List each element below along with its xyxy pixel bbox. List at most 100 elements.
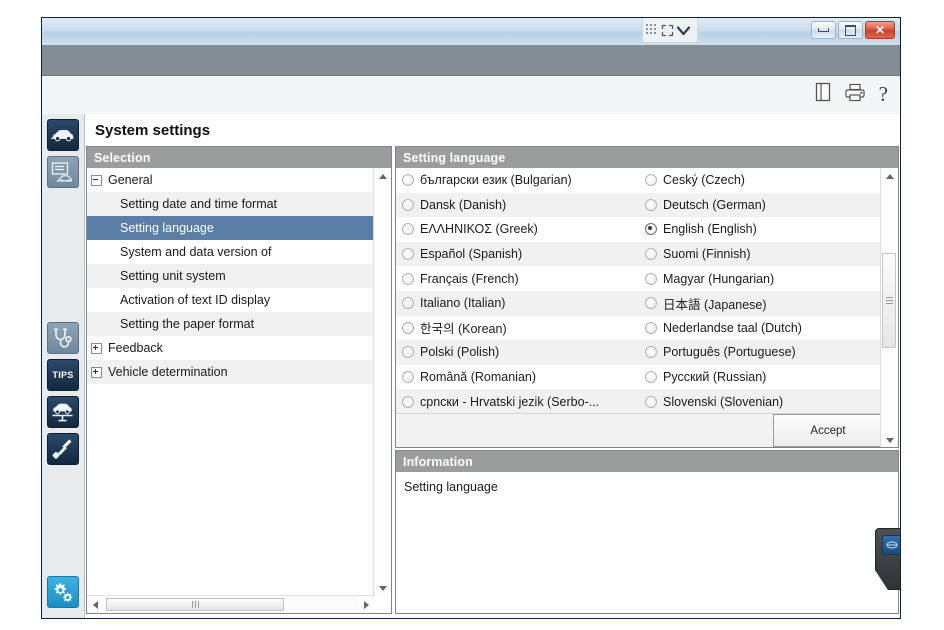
language-option-french[interactable]: Français (French) bbox=[396, 266, 639, 291]
expand-icon[interactable] bbox=[661, 24, 674, 37]
tips-icon[interactable]: TIPS bbox=[47, 359, 79, 391]
language-label: 한국의 (Korean) bbox=[420, 322, 507, 337]
scroll-up-button[interactable] bbox=[374, 168, 391, 185]
radio-icon[interactable] bbox=[402, 223, 414, 236]
documents-vehicle-icon[interactable] bbox=[47, 156, 79, 188]
language-option-japanese[interactable]: 日本語 (Japanese) bbox=[639, 290, 882, 316]
scroll-right-button[interactable] bbox=[358, 596, 375, 613]
vehicle-icon[interactable] bbox=[47, 119, 79, 151]
language-label: Dansk (Danish) bbox=[420, 197, 507, 212]
radio-icon[interactable] bbox=[402, 321, 414, 334]
language-column-right: Ceský (Czech) Deutsch (German) English (… bbox=[639, 168, 882, 415]
language-option-finnish[interactable]: Suomi (Finnish) bbox=[639, 241, 882, 267]
radio-icon[interactable] bbox=[645, 198, 657, 211]
radio-icon[interactable] bbox=[645, 321, 657, 334]
language-option-spanish[interactable]: Español (Spanish) bbox=[396, 241, 639, 267]
setting-language-panel: Setting language български език (Bulgari… bbox=[395, 146, 899, 448]
close-button[interactable]: ✕ bbox=[865, 21, 895, 39]
page-title: System settings bbox=[95, 121, 211, 139]
radio-icon[interactable] bbox=[645, 346, 657, 359]
radio-icon[interactable] bbox=[645, 297, 657, 310]
collapse-minus-icon[interactable] bbox=[91, 174, 102, 186]
radio-icon[interactable] bbox=[645, 174, 657, 187]
scroll-left-button[interactable] bbox=[87, 596, 104, 613]
language-label: Français (French) bbox=[420, 271, 519, 286]
help-icon[interactable]: ? bbox=[879, 84, 888, 105]
floating-toolbar[interactable] bbox=[642, 18, 698, 43]
tree-node-feedback[interactable]: Feedback bbox=[87, 336, 375, 360]
window-controls: ✕ bbox=[811, 21, 895, 39]
tree-node-setting-unit-system[interactable]: Setting unit system bbox=[87, 264, 375, 288]
language-option-slovenian[interactable]: Slovenski (Slovenian) bbox=[639, 389, 882, 414]
language-option-serbo-croatian[interactable]: срnски - Hrvatski jezik (Serbo-... bbox=[396, 389, 639, 414]
radio-icon[interactable] bbox=[402, 297, 414, 310]
language-label: Nederlandse taal (Dutch) bbox=[663, 320, 802, 335]
horizontal-scroll-track[interactable] bbox=[104, 597, 358, 612]
scroll-up-button[interactable] bbox=[881, 168, 898, 185]
radio-icon[interactable] bbox=[402, 198, 414, 211]
language-option-greek[interactable]: ΕΛΛΗΝΙΚΟΣ (Greek) bbox=[396, 217, 639, 242]
minimize-button[interactable] bbox=[811, 21, 836, 39]
radio-icon[interactable] bbox=[402, 371, 414, 384]
radio-icon[interactable] bbox=[402, 248, 414, 261]
language-option-dutch[interactable]: Nederlandse taal (Dutch) bbox=[639, 316, 882, 341]
settings-gears-icon[interactable] bbox=[47, 576, 79, 608]
selection-vertical-scrollbar[interactable] bbox=[373, 168, 391, 597]
connector-icon bbox=[882, 535, 900, 555]
language-option-italian[interactable]: Italiano (Italian) bbox=[396, 290, 639, 316]
language-option-korean[interactable]: 한국의 (Korean) bbox=[396, 316, 639, 341]
scroll-down-button[interactable] bbox=[374, 580, 391, 597]
radio-icon[interactable] bbox=[402, 174, 414, 187]
measuring-tool-icon[interactable] bbox=[47, 433, 79, 465]
radio-icon[interactable] bbox=[402, 395, 414, 408]
book-icon[interactable] bbox=[815, 82, 831, 107]
language-option-hungarian[interactable]: Magyar (Hungarian) bbox=[639, 266, 882, 291]
language-option-english[interactable]: English (English) bbox=[639, 217, 882, 242]
printer-icon[interactable] bbox=[845, 83, 865, 107]
language-option-polish[interactable]: Polski (Polish) bbox=[396, 340, 639, 365]
tree-node-activation-of-text-id-display[interactable]: Activation of text ID display bbox=[87, 288, 375, 312]
tree-node-label: Vehicle determination bbox=[108, 365, 228, 379]
radio-icon-selected[interactable] bbox=[645, 223, 657, 236]
selection-horizontal-scrollbar[interactable] bbox=[87, 595, 375, 613]
diagnosis-stethoscope-icon[interactable] bbox=[47, 322, 79, 354]
language-label: Русский (Russian) bbox=[663, 370, 767, 385]
selection-tree[interactable]: General Setting date and time format Set… bbox=[87, 168, 375, 597]
language-option-danish[interactable]: Dansk (Danish) bbox=[396, 192, 639, 218]
language-option-portuguese[interactable]: Português (Portuguese) bbox=[639, 340, 882, 365]
language-vertical-scrollbar[interactable] bbox=[880, 168, 898, 447]
grid-icon[interactable] bbox=[646, 23, 659, 37]
expand-plus-icon[interactable] bbox=[91, 366, 102, 378]
tree-node-label: Feedback bbox=[108, 341, 163, 355]
radio-icon[interactable] bbox=[402, 272, 414, 285]
vertical-scroll-thumb[interactable] bbox=[882, 253, 896, 348]
tree-node-setting-date-and-time-format[interactable]: Setting date and time format bbox=[87, 192, 375, 216]
tree-node-vehicle-determination[interactable]: Vehicle determination bbox=[87, 360, 375, 384]
tree-node-label: Activation of text ID display bbox=[120, 293, 271, 307]
radio-icon[interactable] bbox=[402, 346, 414, 359]
chevron-down-icon[interactable] bbox=[676, 24, 691, 37]
language-option-russian[interactable]: Русский (Russian) bbox=[639, 365, 882, 390]
maximize-button[interactable] bbox=[838, 21, 863, 39]
language-option-czech[interactable]: Ceský (Czech) bbox=[639, 168, 882, 193]
scroll-down-button[interactable] bbox=[881, 432, 898, 447]
language-list[interactable]: български език (Bulgarian) Dansk (Danish… bbox=[396, 168, 883, 415]
vehicle-lift-icon[interactable] bbox=[47, 396, 79, 428]
language-option-romanian[interactable]: Română (Romanian) bbox=[396, 365, 639, 390]
grip-icon bbox=[191, 601, 199, 608]
expand-plus-icon[interactable] bbox=[91, 342, 102, 354]
radio-icon[interactable] bbox=[645, 248, 657, 261]
horizontal-scroll-thumb[interactable] bbox=[106, 598, 284, 611]
language-label: Magyar (Hungarian) bbox=[663, 271, 775, 286]
language-option-german[interactable]: Deutsch (German) bbox=[639, 192, 882, 218]
language-option-bulgarian[interactable]: български език (Bulgarian) bbox=[396, 168, 639, 193]
radio-icon[interactable] bbox=[645, 272, 657, 285]
radio-icon[interactable] bbox=[645, 371, 657, 384]
tree-node-setting-the-paper-format[interactable]: Setting the paper format bbox=[87, 312, 375, 336]
accept-button[interactable]: Accept bbox=[773, 414, 883, 447]
language-label: Português (Portuguese) bbox=[663, 345, 796, 360]
tree-node-system-and-data-version-of[interactable]: System and data version of bbox=[87, 240, 375, 264]
tree-node-setting-language[interactable]: Setting language bbox=[87, 216, 375, 240]
tree-node-general[interactable]: General bbox=[87, 168, 375, 192]
radio-icon[interactable] bbox=[645, 395, 657, 408]
